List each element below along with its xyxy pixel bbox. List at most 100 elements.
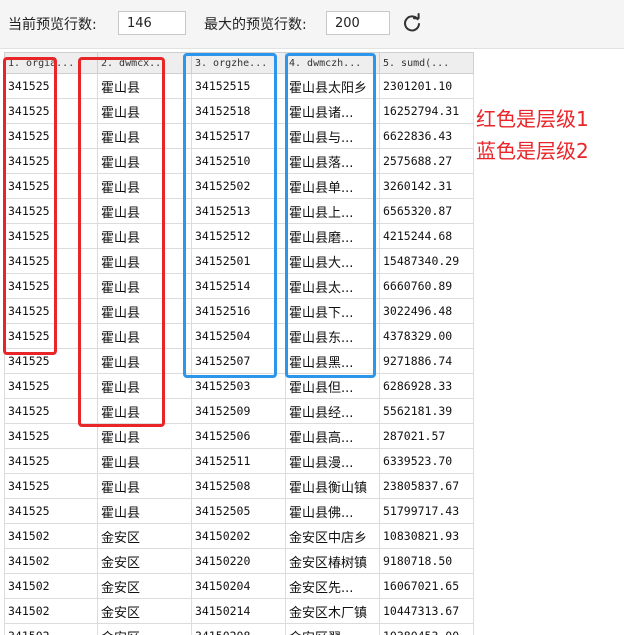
- table-row[interactable]: 341525 霍山县 34152514 霍山县太... 6660760.89: [4, 273, 474, 299]
- table-row[interactable]: 341525 霍山县 34152513 霍山县上... 6565320.87: [4, 198, 474, 224]
- cell-dwmczh: 霍山县下...: [285, 298, 380, 324]
- cell-orgzhe: 34150220: [191, 548, 286, 574]
- cell-dwmc: 霍山县: [97, 473, 192, 499]
- table-row[interactable]: 341525 霍山县 34152515 霍山县太阳乡 2301201.10: [4, 73, 474, 99]
- table-row[interactable]: 341525 霍山县 34152505 霍山县佛... 51799717.43: [4, 498, 474, 524]
- table-row[interactable]: 341525 霍山县 34152501 霍山县大... 15487340.29: [4, 248, 474, 274]
- level1-legend-note: 红色是层级1: [476, 107, 589, 131]
- table-row[interactable]: 341502金安区34150208金安区翟...10380453.00: [4, 623, 474, 635]
- cell-sumd: 2575688.27: [379, 148, 474, 174]
- cell-sumd: 9180718.50: [379, 548, 474, 574]
- cell-orgid: 341525: [4, 273, 98, 299]
- cell-orgzhe: 34150204: [191, 573, 286, 599]
- cell-orgzhe: 34152515: [191, 73, 286, 99]
- cell-sumd: 9271886.74: [379, 348, 474, 374]
- refresh-icon[interactable]: [400, 12, 424, 36]
- table-row[interactable]: 341525 霍山县 34152507 霍山县黑... 9271886.74: [4, 348, 474, 374]
- cell-dwmczh: 霍山县太阳乡: [285, 73, 380, 99]
- table-header-row: 1. orgia... 2. dwmcx... 3. orgzhe... 4. dwm…: [4, 52, 474, 74]
- table-row[interactable]: 341525 霍山县 34152518 霍山县诸... 16252794.31: [4, 98, 474, 124]
- table-row[interactable]: 341525 霍山县 34152516 霍山县下... 3022496.48: [4, 298, 474, 324]
- cell-sumd: 5562181.39: [379, 398, 474, 424]
- cell-orgzhe: 34152511: [191, 448, 286, 474]
- table-row[interactable]: 341525 霍山县 34152502 霍山县单... 3260142.31: [4, 173, 474, 199]
- cell-dwmczh: 金安区翟...: [285, 623, 380, 635]
- max-rows-input[interactable]: [326, 11, 390, 35]
- cell-dwmczh: 霍山县衡山镇: [285, 473, 380, 499]
- cell-orgzhe: 34152517: [191, 123, 286, 149]
- cell-dwmc: 金安区: [97, 598, 192, 624]
- cell-sumd: 23805837.67: [379, 473, 474, 499]
- cell-orgid: 341525: [4, 148, 98, 174]
- cell-dwmczh: 霍山县东...: [285, 323, 380, 349]
- table-row[interactable]: 341502 金安区 34150202 金安区中店乡 10830821.93: [4, 523, 474, 549]
- table-row[interactable]: 341525 霍山县 34152509 霍山县经... 5562181.39: [4, 398, 474, 424]
- cell-dwmc: 霍山县: [97, 173, 192, 199]
- cell-dwmczh: 霍山县但...: [285, 373, 380, 399]
- cell-orgzhe: 34152504: [191, 323, 286, 349]
- cell-orgid: 341525: [4, 173, 98, 199]
- cell-sumd: 6339523.70: [379, 448, 474, 474]
- cell-sumd: 6660760.89: [379, 273, 474, 299]
- cell-dwmc: 金安区: [97, 523, 192, 549]
- cell-orgid: 341525: [4, 448, 98, 474]
- cell-dwmc: 霍山县: [97, 73, 192, 99]
- table-row[interactable]: 341525 霍山县 34152503 霍山县但... 6286928.33: [4, 373, 474, 399]
- cell-orgid: 341525: [4, 398, 98, 424]
- cell-dwmc: 金安区: [97, 623, 192, 635]
- column-header[interactable]: 2. dwmcx...: [97, 52, 192, 74]
- column-header[interactable]: 1. orgia...: [4, 52, 98, 74]
- cell-orgzhe: 34150214: [191, 598, 286, 624]
- cell-orgid: 341525: [4, 323, 98, 349]
- table-row[interactable]: 341525 霍山县 34152512 霍山县磨... 4215244.68: [4, 223, 474, 249]
- cell-orgid: 341525: [4, 73, 98, 99]
- cell-orgid: 341525: [4, 223, 98, 249]
- cell-dwmc: 霍山县: [97, 248, 192, 274]
- table-row[interactable]: 341525 霍山县 34152508 霍山县衡山镇 23805837.67: [4, 473, 474, 499]
- cell-orgid: 341525: [4, 198, 98, 224]
- cell-dwmc: 霍山县: [97, 498, 192, 524]
- cell-sumd: 6565320.87: [379, 198, 474, 224]
- table-row[interactable]: 341502 金安区 34150214 金安区木厂镇 10447313.67: [4, 598, 474, 624]
- cell-dwmczh: 霍山县黑...: [285, 348, 380, 374]
- cell-orgid: 341502: [4, 573, 98, 599]
- cell-dwmczh: 霍山县磨...: [285, 223, 380, 249]
- cell-dwmc: 霍山县: [97, 373, 192, 399]
- cell-dwmc: 霍山县: [97, 423, 192, 449]
- max-rows-label: 最大的预览行数:: [204, 17, 307, 33]
- table-row[interactable]: 341502 金安区 34150220 金安区椿树镇 9180718.50: [4, 548, 474, 574]
- cell-sumd: 287021.57: [379, 423, 474, 449]
- cell-orgid: 341502: [4, 598, 98, 624]
- column-header[interactable]: 3. orgzhe...: [191, 52, 286, 74]
- cell-sumd: 4215244.68: [379, 223, 474, 249]
- table-row[interactable]: 341525 霍山县 34152504 霍山县东... 4378329.00: [4, 323, 474, 349]
- table-row[interactable]: 341525 霍山县 34152517 霍山县与... 6622836.43: [4, 123, 474, 149]
- preview-table: 1. orgia... 2. dwmcx... 3. orgzhe... 4. dwm…: [4, 52, 474, 635]
- table-row[interactable]: 341525 霍山县 34152511 霍山县漫... 6339523.70: [4, 448, 474, 474]
- cell-dwmc: 霍山县: [97, 123, 192, 149]
- cell-sumd: 2301201.10: [379, 73, 474, 99]
- cell-orgzhe: 34152506: [191, 423, 286, 449]
- cell-orgzhe: 34152513: [191, 198, 286, 224]
- cell-dwmczh: 霍山县佛...: [285, 498, 380, 524]
- cell-orgid: 341525: [4, 248, 98, 274]
- table-row[interactable]: 341525 霍山县 34152510 霍山县落... 2575688.27: [4, 148, 474, 174]
- cell-orgzhe: 34152516: [191, 298, 286, 324]
- cell-dwmc: 霍山县: [97, 198, 192, 224]
- column-header[interactable]: 4. dwmczh...: [285, 52, 380, 74]
- cell-dwmc: 霍山县: [97, 273, 192, 299]
- cell-orgzhe: 34152507: [191, 348, 286, 374]
- cell-sumd: 6286928.33: [379, 373, 474, 399]
- cell-dwmczh: 霍山县与...: [285, 123, 380, 149]
- cell-dwmc: 霍山县: [97, 398, 192, 424]
- cell-dwmc: 金安区: [97, 573, 192, 599]
- cell-dwmczh: 霍山县诸...: [285, 98, 380, 124]
- cell-orgzhe: 34152503: [191, 373, 286, 399]
- cell-orgzhe: 34152502: [191, 173, 286, 199]
- cell-orgzhe: 34152510: [191, 148, 286, 174]
- table-row[interactable]: 341525 霍山县 34152506 霍山县高... 287021.57: [4, 423, 474, 449]
- cell-sumd: 3260142.31: [379, 173, 474, 199]
- current-rows-input[interactable]: [118, 11, 186, 35]
- table-row[interactable]: 341502 金安区 34150204 金安区先... 16067021.65: [4, 573, 474, 599]
- column-header[interactable]: 5. sumd(...: [379, 52, 474, 74]
